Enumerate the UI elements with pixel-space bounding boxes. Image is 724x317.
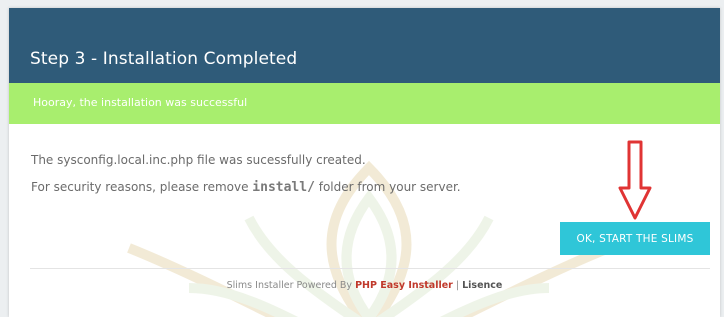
license-link[interactable]: Lisence	[462, 280, 502, 291]
install-folder-code: install/	[252, 180, 315, 195]
php-easy-installer-link[interactable]: PHP Easy Installer	[355, 280, 453, 291]
down-arrow-icon	[618, 140, 652, 220]
security-message-suffix: folder from your server.	[314, 180, 461, 194]
footer-prefix: Slims Installer Powered By	[226, 280, 356, 291]
success-message: Hooray, the installation was successful	[33, 96, 248, 109]
page: Step 3 - Installation Completed Hooray, …	[0, 0, 724, 317]
security-message-prefix: For security reasons, please remove	[31, 180, 253, 194]
installer-card: Step 3 - Installation Completed Hooray, …	[9, 8, 720, 317]
file-created-message: The sysconfig.local.inc.php file was suc…	[31, 153, 366, 167]
start-slims-button[interactable]: OK, START THE SLIMS	[560, 222, 710, 255]
footer: Slims Installer Powered By PHP Easy Inst…	[9, 280, 720, 291]
footer-divider	[30, 268, 710, 269]
success-alert: Hooray, the installation was successful	[9, 83, 720, 124]
footer-separator: |	[452, 280, 463, 291]
page-title: Step 3 - Installation Completed	[30, 49, 298, 69]
card-header: Step 3 - Installation Completed	[9, 8, 720, 83]
security-message: For security reasons, please remove inst…	[31, 180, 461, 195]
